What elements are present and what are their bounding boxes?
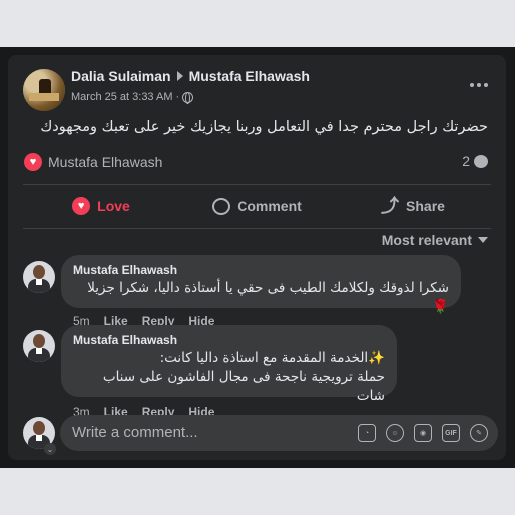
target-name[interactable]: Mustafa Elhawash [189,68,310,84]
action-bar: ♥ Love Comment ⤴ Share [23,188,491,224]
comment-text-line-1: ✨الخدمة المقدمة مع استاذة داليا كانت: [159,350,385,366]
divider [23,184,491,185]
feed-area: Dalia Sulaiman Mustafa Elhawash March 25… [0,47,515,468]
dot-icon [470,83,474,87]
comment-bubble-icon [474,154,488,168]
comment-icon [212,197,231,215]
divider [23,228,491,229]
sort-label: Most relevant [381,232,472,248]
camera-icon[interactable]: ◉ [414,424,432,442]
comment-count-value: 2 [462,153,470,169]
sort-dropdown[interactable]: Most relevant [382,232,488,248]
love-label: Love [97,198,130,214]
commenter-name[interactable]: Mustafa Elhawash [73,333,385,347]
love-reaction-icon: ♥ [24,153,42,171]
post-meta: March 25 at 3:33 AM · [71,91,194,104]
post-timestamp[interactable]: March 25 at 3:33 AM [71,91,173,103]
dot-icon [477,83,481,87]
comment-label: Comment [237,198,302,214]
comment-bubble: Mustafa Elhawash ✨الخدمة المقدمة مع استا… [61,325,397,404]
emoji-icon[interactable]: ☺ [386,424,404,442]
more-options-button[interactable] [470,83,488,87]
commenter-avatar[interactable] [23,330,55,362]
comment-bubble: Mustafa Elhawash شكرا لذوقك ولكلامك الطي… [61,255,461,315]
love-button[interactable]: ♥ Love [23,188,179,224]
commenter-avatar[interactable] [23,261,55,293]
reaction-name: Mustafa Elhawash [48,154,163,170]
commenter-name[interactable]: Mustafa Elhawash [73,263,449,277]
post-header: Dalia Sulaiman Mustafa Elhawash [71,68,310,84]
comment-input[interactable] [72,415,342,451]
share-icon: ⤴ [381,196,400,216]
love-icon: ♥ [72,197,91,215]
meta-separator: · [175,91,180,103]
dot-icon [484,83,488,87]
comment-button[interactable]: Comment [179,188,335,224]
share-button[interactable]: ⤴ Share [335,188,491,224]
author-name[interactable]: Dalia Sulaiman [71,68,171,84]
chevron-down-icon[interactable]: ⌄ [44,443,56,455]
arrow-right-icon [176,71,183,81]
globe-icon [182,91,194,104]
caret-down-icon [478,237,488,243]
composer-icons: ◔ ☺ ◉ GIF ✎ [358,424,488,442]
share-label: Share [406,198,445,214]
gif-icon[interactable]: GIF [442,424,460,442]
comment-text: شكرا لذوقك ولكلامك الطيب فى حقي يا أستاذ… [87,280,449,315]
comment-count[interactable]: 2 [462,153,488,169]
sticker-icon[interactable]: ◔ [358,424,376,442]
author-avatar[interactable] [23,69,65,111]
post-text: حضرتك راجل محترم جدا في التعامل وربنا يج… [40,119,488,135]
comment-composer: ◔ ☺ ◉ GIF ✎ [60,415,498,451]
post-card: Dalia Sulaiman Mustafa Elhawash March 25… [8,55,506,460]
reaction-summary[interactable]: ♥ Mustafa Elhawash [24,153,162,171]
avatar-sticker-icon[interactable]: ✎ [470,424,488,442]
comment-text-line-2: حملة ترويجية ناجحة فى مجال الفاشون على س… [102,369,385,404]
